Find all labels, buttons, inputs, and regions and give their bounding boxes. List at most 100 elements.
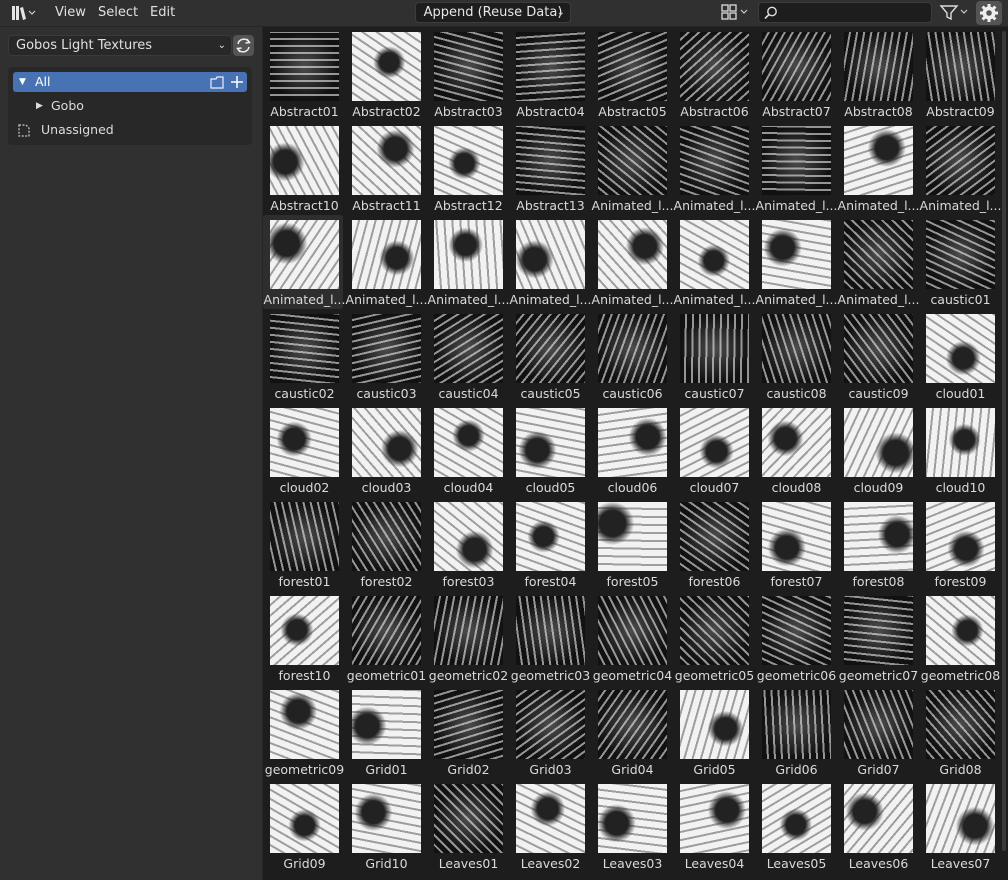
add-icon[interactable]	[230, 75, 244, 89]
asset-tile[interactable]: Animated_l...	[837, 215, 919, 309]
asset-tile[interactable]: Animated_l...	[755, 215, 837, 309]
asset-tile[interactable]: cloud04	[427, 403, 507, 497]
asset-tile[interactable]: Animated_l...	[591, 121, 673, 215]
asset-tile[interactable]: caustic03	[345, 309, 425, 403]
refresh-library-button[interactable]	[233, 35, 254, 56]
asset-tile[interactable]: Grid07	[837, 685, 917, 779]
asset-tile[interactable]: geometric04	[591, 591, 672, 685]
asset-tile[interactable]: Grid09	[263, 779, 343, 873]
asset-tile[interactable]: Grid02	[427, 685, 507, 779]
triangle-right-icon[interactable]: ▶	[36, 96, 43, 116]
asset-tile[interactable]: Abstract01	[263, 27, 343, 121]
asset-tile[interactable]: geometric05	[673, 591, 754, 685]
asset-tile[interactable]: geometric06	[755, 591, 836, 685]
display-mode-button[interactable]	[719, 2, 753, 23]
menu-view[interactable]: View	[48, 2, 93, 24]
catalog-item-all[interactable]: ▼ All	[13, 72, 247, 92]
asset-tile[interactable]: cloud10	[919, 403, 999, 497]
search-input[interactable]	[781, 4, 926, 21]
asset-tile[interactable]: cloud01	[919, 309, 999, 403]
asset-tile[interactable]: cloud02	[263, 403, 343, 497]
asset-tile[interactable]: Leaves04	[673, 779, 753, 873]
asset-tile[interactable]: forest08	[837, 497, 917, 591]
asset-tile[interactable]: Leaves07	[919, 779, 999, 873]
asset-tile[interactable]: Animated_l...	[345, 215, 427, 309]
asset-tile[interactable]: Animated_l...	[591, 215, 673, 309]
asset-tile[interactable]: Leaves03	[591, 779, 671, 873]
asset-tile[interactable]: geometric02	[427, 591, 508, 685]
asset-tile[interactable]: Animated_l...	[509, 215, 591, 309]
asset-tile[interactable]: forest06	[673, 497, 753, 591]
asset-tile[interactable]: geometric08	[919, 591, 1000, 685]
scrollbar[interactable]	[1002, 31, 1006, 851]
asset-tile[interactable]: geometric09	[263, 685, 344, 779]
asset-tile[interactable]: Abstract12	[427, 121, 507, 215]
asset-tile[interactable]: Leaves02	[509, 779, 589, 873]
triangle-down-icon[interactable]: ▼	[19, 72, 26, 92]
asset-tile[interactable]: Grid08	[919, 685, 999, 779]
search-field[interactable]	[758, 2, 932, 23]
asset-tile[interactable]: Abstract03	[427, 27, 507, 121]
asset-tile[interactable]: Abstract11	[345, 121, 425, 215]
catalog-item-gobo[interactable]: ▶ Gobo	[13, 96, 247, 116]
asset-tile[interactable]: Animated_l...	[755, 121, 837, 215]
asset-tile[interactable]: Animated_l...	[919, 121, 1001, 215]
asset-tile[interactable]: cloud05	[509, 403, 589, 497]
asset-tile[interactable]: geometric01	[345, 591, 426, 685]
asset-tile[interactable]: Abstract08	[837, 27, 917, 121]
asset-tile[interactable]: Animated_l...	[263, 215, 345, 309]
asset-tile[interactable]: Abstract05	[591, 27, 671, 121]
asset-tile[interactable]: Grid04	[591, 685, 671, 779]
menu-select[interactable]: Select	[91, 2, 145, 24]
settings-button[interactable]	[976, 1, 1002, 25]
asset-tile[interactable]: caustic02	[263, 309, 343, 403]
editor-type-button[interactable]	[6, 2, 36, 24]
asset-tile[interactable]: caustic07	[673, 309, 753, 403]
asset-tile[interactable]: forest05	[591, 497, 671, 591]
asset-tile[interactable]: cloud07	[673, 403, 753, 497]
asset-tile[interactable]: Abstract09	[919, 27, 999, 121]
asset-tile[interactable]: Grid06	[755, 685, 835, 779]
asset-tile[interactable]: Animated_l...	[427, 215, 509, 309]
asset-tile[interactable]: cloud03	[345, 403, 425, 497]
asset-tile[interactable]: Abstract04	[509, 27, 589, 121]
asset-tile[interactable]: Animated_l...	[837, 121, 919, 215]
asset-tile[interactable]: Abstract10	[263, 121, 343, 215]
filter-button[interactable]	[938, 2, 972, 23]
asset-tile[interactable]: Leaves01	[427, 779, 507, 873]
asset-tile[interactable]: Grid10	[345, 779, 425, 873]
import-method-dropdown[interactable]: Append (Reuse Data) ⌄	[415, 2, 571, 23]
menu-edit[interactable]: Edit	[143, 2, 182, 24]
asset-tile[interactable]: cloud08	[755, 403, 835, 497]
asset-tile[interactable]: geometric07	[837, 591, 918, 685]
asset-tile[interactable]: forest10	[263, 591, 343, 685]
asset-tile[interactable]: geometric03	[509, 591, 590, 685]
asset-library-select[interactable]: Gobos Light Textures ⌄	[8, 35, 232, 56]
asset-tile[interactable]: Abstract06	[673, 27, 753, 121]
asset-tile[interactable]: Abstract07	[755, 27, 835, 121]
asset-tile[interactable]: cloud09	[837, 403, 917, 497]
asset-tile[interactable]: forest01	[263, 497, 343, 591]
asset-tile[interactable]: forest03	[427, 497, 507, 591]
asset-tile[interactable]: forest04	[509, 497, 589, 591]
asset-tile[interactable]: Grid03	[509, 685, 589, 779]
asset-tile[interactable]: caustic08	[755, 309, 835, 403]
asset-tile[interactable]: forest09	[919, 497, 999, 591]
asset-tile[interactable]: Leaves06	[837, 779, 917, 873]
asset-tile[interactable]: Leaves05	[755, 779, 835, 873]
catalog-item-unassigned[interactable]: Unassigned	[13, 120, 247, 140]
asset-tile[interactable]: Grid05	[673, 685, 753, 779]
asset-tile[interactable]: caustic09	[837, 309, 917, 403]
asset-tile[interactable]: Grid01	[345, 685, 425, 779]
asset-tile[interactable]: cloud06	[591, 403, 671, 497]
asset-tile[interactable]: caustic04	[427, 309, 507, 403]
asset-tile[interactable]: caustic01	[919, 215, 999, 309]
asset-tile[interactable]: forest07	[755, 497, 835, 591]
new-catalog-icon[interactable]	[209, 75, 225, 90]
asset-tile[interactable]: Abstract02	[345, 27, 425, 121]
asset-tile[interactable]: Abstract13	[509, 121, 589, 215]
asset-tile[interactable]: caustic06	[591, 309, 671, 403]
asset-tile[interactable]: forest02	[345, 497, 425, 591]
asset-tile[interactable]: caustic05	[509, 309, 589, 403]
asset-tile[interactable]: Animated_l...	[673, 121, 755, 215]
